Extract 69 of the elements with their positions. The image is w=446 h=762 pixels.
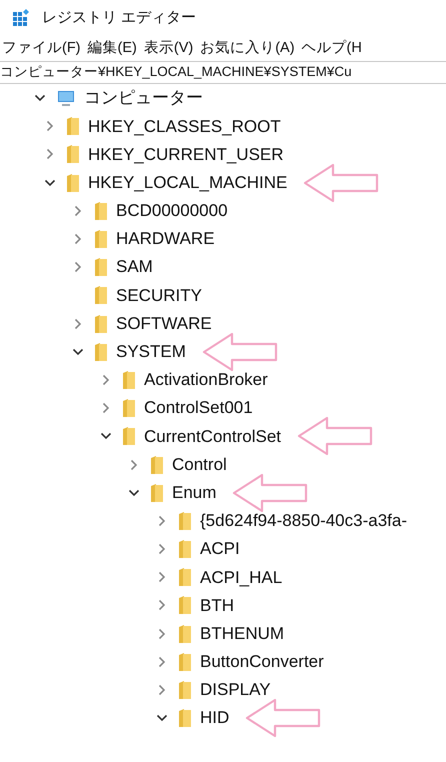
tree-item-label[interactable]: Enum <box>172 480 216 506</box>
expand-chevron-icon[interactable] <box>128 458 140 471</box>
expand-chevron-icon[interactable] <box>100 402 112 414</box>
folder-icon <box>122 426 136 446</box>
folder-icon <box>94 229 108 250</box>
tree-item-label[interactable]: HKEY_CLASSES_ROOT <box>88 114 281 140</box>
tree-item-label[interactable]: コンピューター <box>84 85 203 111</box>
expand-chevron-icon[interactable] <box>156 599 168 612</box>
folder-icon <box>178 539 192 560</box>
tree-item-label[interactable]: HKEY_LOCAL_MACHINE <box>88 170 288 196</box>
tree-item-label[interactable]: {5d624f94-8850-40c3-a3fa- <box>200 508 407 534</box>
folder-icon <box>178 510 192 531</box>
folder-icon <box>150 454 164 475</box>
folder-icon <box>66 144 80 164</box>
tree-item-label[interactable]: BTHENUM <box>200 620 284 646</box>
tree-item-label[interactable]: HARDWARE <box>116 226 215 252</box>
menu-item[interactable]: 編集(E) <box>88 38 137 60</box>
folder-icon <box>66 116 80 136</box>
menu-item[interactable]: 表示(V) <box>144 38 194 60</box>
tree-item-label[interactable]: HID <box>200 705 230 731</box>
folder-icon <box>178 567 192 588</box>
folder-icon <box>178 624 192 644</box>
tree-item-label[interactable]: ButtonConverter <box>200 649 324 675</box>
tree-item-label[interactable]: ACPI_HAL <box>200 564 282 590</box>
folder-icon <box>178 595 192 616</box>
tree-item-label[interactable]: HKEY_CURRENT_USER <box>88 142 284 168</box>
expand-chevron-icon[interactable] <box>72 204 84 217</box>
expand-chevron-icon[interactable] <box>72 233 84 246</box>
tree-item-label[interactable]: BCD00000000 <box>116 198 228 224</box>
tree-item-label[interactable]: SECURITY <box>116 282 202 308</box>
folder-icon <box>122 398 136 418</box>
expand-chevron-icon[interactable] <box>100 374 112 386</box>
folder-icon <box>94 200 108 221</box>
expand-chevron-icon[interactable] <box>44 120 56 132</box>
expand-chevron-icon[interactable] <box>44 148 56 160</box>
expand-chevron-icon[interactable] <box>156 571 168 584</box>
tree-item-label[interactable]: SOFTWARE <box>116 310 212 336</box>
tree-item-label[interactable]: DISPLAY <box>200 677 271 703</box>
menu-item[interactable]: ヘルプ(H <box>302 38 362 60</box>
tree-item-label[interactable]: BTH <box>200 592 234 618</box>
menu-item[interactable]: ファイル(F) <box>2 38 81 60</box>
tree-item-label[interactable]: ACPI <box>200 536 240 562</box>
computer-icon <box>56 89 76 108</box>
folder-icon <box>122 370 136 390</box>
folder-icon <box>178 680 192 700</box>
tree-item-label[interactable]: SAM <box>116 254 153 280</box>
tree-item-label[interactable]: ActivationBroker <box>144 367 268 393</box>
expand-chevron-icon[interactable] <box>156 656 168 668</box>
folder-icon <box>178 708 192 728</box>
folder-icon <box>94 257 108 278</box>
tree-item-label[interactable]: SYSTEM <box>116 339 186 365</box>
folder-icon <box>94 285 108 306</box>
tree-item-label[interactable]: Control <box>172 452 227 478</box>
folder-icon <box>66 172 80 193</box>
address-bar[interactable]: コンピューター¥HKEY_LOCAL_MACHINE¥SYSTEM¥Cu <box>0 62 352 83</box>
menu-item[interactable]: お気に入り(A) <box>200 38 295 60</box>
expand-chevron-icon[interactable] <box>156 543 168 556</box>
expand-chevron-icon[interactable] <box>72 318 84 330</box>
expand-chevron-icon[interactable] <box>72 261 84 274</box>
folder-icon <box>150 482 164 503</box>
expand-chevron-icon[interactable] <box>156 514 168 527</box>
tree-item-label[interactable]: ControlSet001 <box>144 395 253 421</box>
folder-icon <box>94 342 108 362</box>
folder-icon <box>178 652 192 672</box>
expand-chevron-icon[interactable] <box>156 684 168 696</box>
folder-icon <box>94 314 108 334</box>
window-title: レジストリ エディター <box>42 8 196 28</box>
expand-chevron-icon[interactable] <box>156 628 168 640</box>
tree-item-label[interactable]: CurrentControlSet <box>144 424 282 450</box>
